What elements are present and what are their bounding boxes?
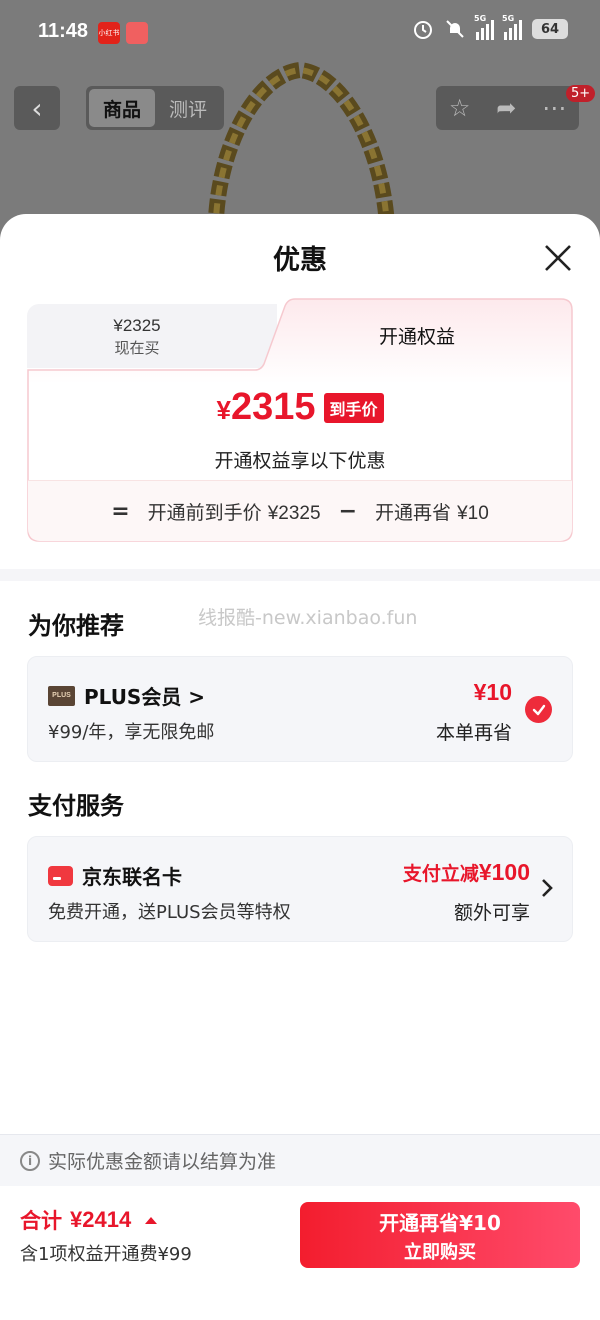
plus-saving-amount: ¥10 — [473, 679, 512, 705]
watermark-text: 线报酷-new.xianbao.fun — [198, 607, 418, 629]
final-price: ¥2315 — [216, 386, 316, 428]
discount-sheet: 优惠 ¥2325 现在买 开通权益 ¥2315 到手价 开通权益享以下优惠 = — [0, 214, 600, 1320]
total-price[interactable]: 合计 ¥2414 — [20, 1205, 158, 1235]
mute-icon — [446, 20, 464, 38]
jd-card-title: 京东联名卡 — [48, 861, 182, 890]
close-icon[interactable] — [540, 240, 576, 276]
share-icon[interactable]: ➦ — [496, 94, 516, 122]
info-icon: i — [20, 1150, 40, 1171]
signal-icon: 5G — [474, 14, 494, 40]
section-divider — [0, 569, 600, 581]
status-icons: 5G 5G 64 — [412, 14, 568, 40]
product-page-background: 11:48 小红书 5G 5G 64 ‹ 商品 测评 ☆ ➦ ⋯ 5+ — [0, 0, 600, 240]
star-icon[interactable]: ☆ — [449, 94, 471, 122]
sheet-title: 优惠 — [273, 245, 327, 276]
jd-card-subtitle: 免费开通，送PLUS会员等特权 — [48, 902, 291, 923]
chevron-left-icon: ‹ — [31, 91, 43, 125]
xiaohongshu-app-icon: 小红书 — [98, 22, 120, 44]
plus-card-title[interactable]: PLUS PLUS会员 > — [48, 681, 205, 710]
recommend-title: 为你推荐 — [28, 612, 124, 640]
more-icon[interactable]: ⋯ — [542, 94, 566, 122]
final-price-row: ¥2315 到手价 — [27, 386, 573, 429]
plus-logo-icon: PLUS — [48, 685, 75, 706]
buy-now-button[interactable]: 开通再省¥10 立即购买 — [300, 1202, 580, 1268]
alarm-icon — [414, 21, 432, 39]
jd-cobrand-card[interactable]: 京东联名卡 免费开通，送PLUS会员等特权 支付立减¥100 额外可享 — [27, 836, 573, 942]
before-price: 开通前到手价 ¥2325 — [147, 501, 321, 524]
extra-saving: 开通再省 ¥10 — [375, 501, 489, 524]
plus-card-subtitle: ¥99/年，享无限免邮 — [48, 722, 215, 743]
equals-sign: = — [111, 498, 130, 524]
product-tabs: 商品 测评 — [86, 86, 224, 130]
signal-icon: 5G — [502, 14, 522, 40]
plus-member-card[interactable]: PLUS PLUS会员 > ¥99/年，享无限免邮 ¥10 本单再省 — [27, 656, 573, 762]
tab-open-benefits[interactable]: 开通权益 — [317, 322, 517, 349]
final-price-desc: 开通权益享以下优惠 — [214, 450, 386, 472]
status-time: 11:48 — [38, 20, 89, 42]
jd-card-discount: 支付立减¥100 — [402, 859, 530, 885]
tab-review[interactable]: 测评 — [155, 89, 221, 127]
notice-bar: i 实际优惠金额请以结算为准 — [0, 1134, 600, 1186]
price-formula: = 开通前到手价 ¥2325 − 开通再省 ¥10 — [28, 480, 572, 541]
notice-text: 实际优惠金额请以结算为准 — [48, 1151, 277, 1173]
plus-saving-label: 本单再省 — [435, 722, 512, 744]
app-notification-icon — [126, 22, 148, 44]
caret-up-icon[interactable] — [145, 1216, 158, 1224]
payment-title: 支付服务 — [28, 792, 124, 820]
battery-indicator: 64 — [532, 19, 568, 39]
minus-sign: − — [338, 498, 357, 524]
message-count-badge: 5+ — [566, 85, 596, 102]
product-chain-image — [207, 61, 396, 240]
final-price-tag: 到手价 — [323, 392, 384, 423]
back-button[interactable]: ‹ — [14, 86, 60, 130]
jd-card-discount-label: 额外可享 — [453, 902, 530, 924]
chevron-right-icon[interactable] — [540, 877, 554, 899]
tab-product[interactable]: 商品 — [89, 89, 155, 127]
status-bar: 11:48 小红书 5G 5G 64 — [0, 0, 600, 66]
nav-actions: ☆ ➦ ⋯ — [436, 86, 579, 130]
price-card: ¥2325 现在买 开通权益 ¥2315 到手价 开通权益享以下优惠 = 开通前… — [27, 298, 573, 542]
checkmark-icon[interactable] — [525, 696, 552, 723]
credit-card-icon — [48, 865, 73, 886]
total-subtext: 含1项权益开通费¥99 — [20, 1244, 192, 1265]
